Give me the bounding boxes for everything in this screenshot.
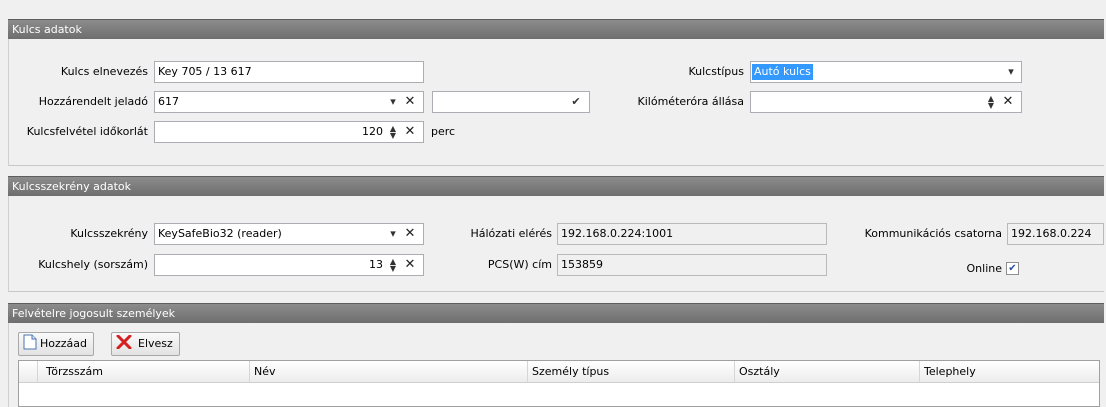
chevron-down-icon[interactable]: ▾ — [1005, 62, 1017, 82]
column-header-telephely[interactable]: Telephely — [919, 361, 1100, 383]
column-header-torzsszam[interactable]: Törzsszám — [37, 361, 249, 383]
persons-table[interactable]: Törzsszám Név Személy típus Osztály Tele… — [18, 360, 1100, 407]
key-type-label: Kulcstípus — [688, 65, 744, 78]
odometer-stepper[interactable]: ▲ ▼ ✕ — [750, 91, 1022, 113]
online-checkbox[interactable]: ✔ — [1006, 262, 1019, 275]
column-header-osztaly[interactable]: Osztály — [734, 361, 919, 383]
pickup-timeout-label: Kulcsfelvétel időkorlát — [26, 125, 148, 138]
section-header-kulcsszekreny-adatok: Kulcsszekrény adatok — [8, 176, 1104, 196]
add-button[interactable]: Hozzáad — [18, 332, 95, 356]
pcs-address-label: PCS(W) cím — [487, 258, 552, 271]
key-type-select[interactable]: Autó kulcs ▾ — [750, 61, 1022, 83]
network-access-field: 192.168.0.224:1001 — [557, 223, 827, 245]
online-label: Online — [966, 262, 1002, 275]
row-indicator-header — [19, 361, 37, 383]
comm-channel-label: Kommunikációs csatorna — [864, 227, 1002, 240]
timeout-unit-label: perc — [431, 125, 456, 138]
table-header: Törzsszám Név Személy típus Osztály Tele… — [19, 361, 1099, 383]
pcs-address-field: 153859 — [557, 254, 827, 276]
clear-icon[interactable]: ✕ — [1001, 92, 1015, 112]
assigned-transmitter-combo[interactable]: 617 ▾ ✕ — [154, 91, 424, 113]
section-title: Kulcsszekrény adatok — [12, 180, 132, 193]
key-name-label: Kulcs elnevezés — [60, 65, 148, 78]
cabinet-label: Kulcsszekrény — [70, 227, 148, 240]
clear-icon[interactable]: ✕ — [403, 224, 417, 244]
transmitter-secondary-field[interactable]: ✔ — [432, 91, 590, 113]
delete-x-icon — [116, 334, 132, 350]
remove-button[interactable]: Elvesz — [111, 332, 180, 356]
clear-icon[interactable]: ✕ — [403, 122, 417, 142]
spinner-icon[interactable]: ▲ ▼ — [387, 255, 399, 275]
key-type-value: Autó kulcs — [752, 64, 813, 80]
column-header-nev[interactable]: Név — [249, 361, 527, 383]
check-icon[interactable]: ✔ — [569, 92, 583, 112]
section-header-jogosult-szemelyek: Felvételre jogosult személyek — [8, 303, 1104, 323]
new-document-icon — [23, 334, 37, 350]
comm-channel-field: 192.168.0.224 — [1007, 223, 1104, 245]
section-header-kulcs-adatok: Kulcs adatok — [8, 19, 1104, 39]
network-access-label: Hálózati elérés — [470, 227, 552, 240]
clear-icon[interactable]: ✕ — [403, 92, 417, 112]
assigned-transmitter-label: Hozzárendelt jeladó — [38, 95, 148, 108]
clear-icon[interactable]: ✕ — [403, 255, 417, 275]
column-header-szemely-tipus[interactable]: Személy típus — [527, 361, 734, 383]
cabinet-combo[interactable]: KeySafeBio32 (reader) ▾ ✕ — [154, 223, 424, 245]
chevron-down-icon[interactable]: ▾ — [387, 224, 399, 244]
key-name-input[interactable]: Key 705 / 13 617 — [154, 61, 424, 83]
chevron-down-icon[interactable]: ▾ — [387, 92, 399, 112]
section-title: Felvételre jogosult személyek — [12, 307, 176, 320]
spinner-icon[interactable]: ▲ ▼ — [387, 122, 399, 142]
checkmark-icon: ✔ — [1008, 263, 1017, 274]
pickup-timeout-stepper[interactable]: 120 ▲ ▼ ✕ — [154, 121, 424, 143]
section-title: Kulcs adatok — [12, 23, 82, 36]
key-slot-stepper[interactable]: 13 ▲ ▼ ✕ — [154, 254, 424, 276]
odometer-label: Kilóméteróra állása — [637, 95, 744, 108]
key-slot-label: Kulcshely (sorszám) — [38, 258, 148, 271]
spinner-icon[interactable]: ▲ ▼ — [985, 92, 997, 112]
